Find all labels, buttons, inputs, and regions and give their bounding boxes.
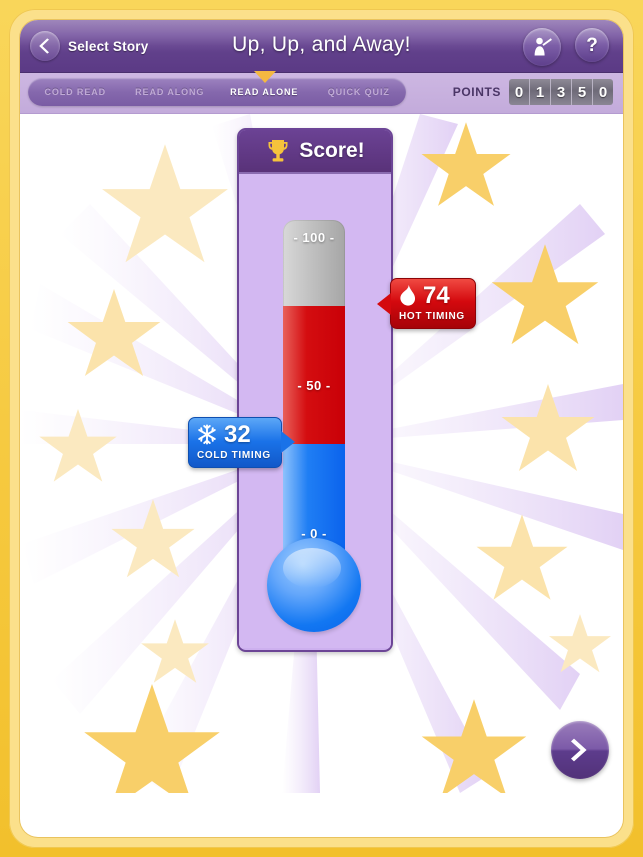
tab-read-alone[interactable]: READ ALONE xyxy=(217,87,312,97)
score-panel: Score! - 100 - - 50 - - 0 - xyxy=(237,128,393,652)
chevron-left-icon xyxy=(30,31,60,61)
help-button[interactable]: ? xyxy=(575,28,609,62)
points-digit: 0 xyxy=(509,79,529,105)
thermometer-blue-fill xyxy=(283,444,345,550)
snowflake-icon xyxy=(198,424,216,445)
tab-quick-quiz[interactable]: QUICK QUIZ xyxy=(312,87,407,97)
points-digit: 1 xyxy=(529,79,550,105)
thermometer-tick-100: - 100 - xyxy=(293,230,335,245)
points-digit: 3 xyxy=(550,79,571,105)
teacher-pointer-icon[interactable] xyxy=(523,28,561,66)
points-display: POINTS 0 1 3 5 0 xyxy=(453,79,613,105)
chevron-right-icon xyxy=(571,738,587,762)
flame-icon xyxy=(400,285,416,306)
cold-timing-badge[interactable]: 32 COLD TIMING xyxy=(188,416,295,468)
points-digits: 0 1 3 5 0 xyxy=(509,79,613,105)
select-story-button[interactable]: Select Story xyxy=(30,28,160,64)
points-digit: 0 xyxy=(592,79,613,105)
title-bar: Select Story Up, Up, and Away! ? xyxy=(20,20,623,73)
tabs-container: COLD READ READ ALONG READ ALONE QUICK QU… xyxy=(28,78,406,106)
thermometer-tube: - 100 - - 50 - - 0 - xyxy=(283,220,345,550)
hot-timing-badge[interactable]: 74 HOT TIMING xyxy=(377,278,476,330)
hot-badge-pointer xyxy=(377,292,391,315)
score-panel-body: - 100 - - 50 - - 0 - xyxy=(239,174,391,648)
tab-cold-read[interactable]: COLD READ xyxy=(28,87,123,97)
select-story-label: Select Story xyxy=(68,38,149,54)
points-digit: 5 xyxy=(571,79,592,105)
help-label: ? xyxy=(586,34,598,56)
device-screen: Select Story Up, Up, and Away! ? COLD RE… xyxy=(20,20,623,837)
tab-bar: COLD READ READ ALONG READ ALONE QUICK QU… xyxy=(20,71,623,114)
thermometer-red-fill xyxy=(283,305,345,445)
hot-timing-value: 74 xyxy=(423,282,450,310)
cold-badge-pointer xyxy=(280,431,295,454)
score-panel-title: Score! xyxy=(299,139,365,162)
thermometer: - 100 - - 50 - - 0 - xyxy=(267,220,361,632)
points-label: POINTS xyxy=(452,85,501,99)
tab-read-along[interactable]: READ ALONG xyxy=(123,87,218,97)
score-panel-header: Score! xyxy=(239,130,391,174)
hot-timing-caption: HOT TIMING xyxy=(399,311,465,323)
cold-timing-value: 32 xyxy=(224,420,251,448)
cold-timing-caption: COLD TIMING xyxy=(197,449,271,461)
bulb-highlight xyxy=(283,548,341,588)
next-button[interactable] xyxy=(551,721,609,779)
app-frame: Select Story Up, Up, and Away! ? COLD RE… xyxy=(0,0,643,857)
content-area: Score! - 100 - - 50 - - 0 - 74 HOT TIMIN… xyxy=(20,114,623,793)
trophy-icon xyxy=(268,140,288,162)
thermometer-bulb xyxy=(267,538,361,632)
